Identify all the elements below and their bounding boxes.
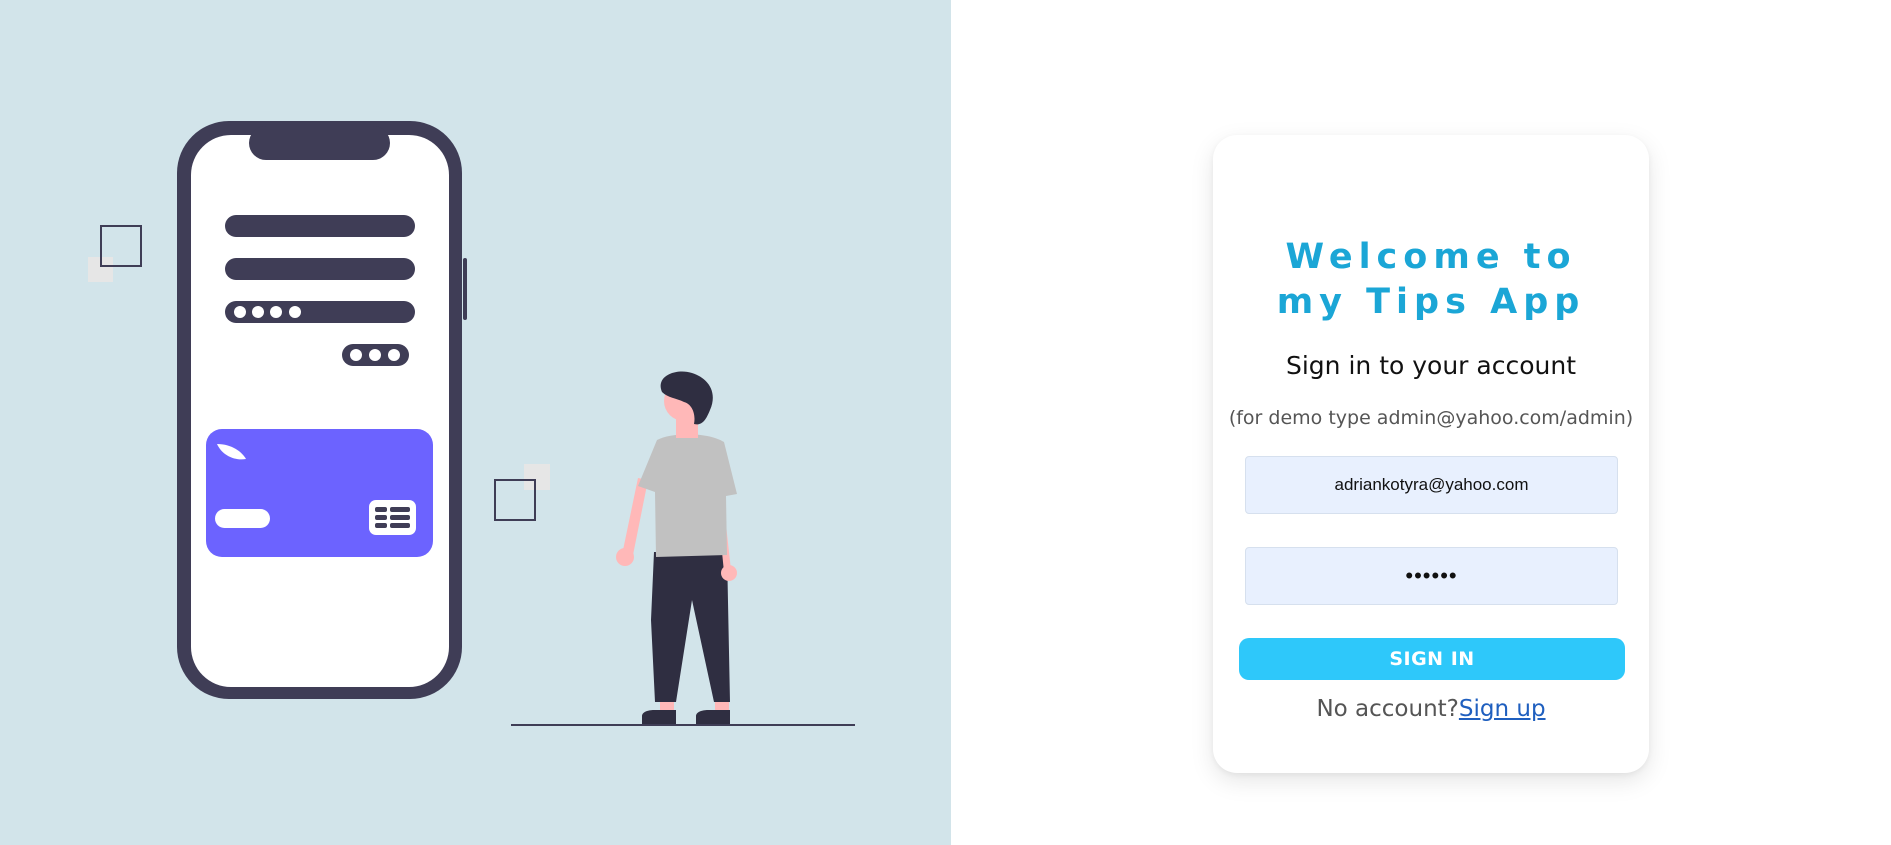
signin-panel: Welcome to my Tips App Sign in to your a… bbox=[951, 0, 1891, 845]
signin-button[interactable]: SIGN IN bbox=[1239, 638, 1625, 680]
signup-link[interactable]: Sign up bbox=[1459, 696, 1546, 722]
phone-icon bbox=[177, 121, 467, 699]
illustration-panel bbox=[0, 0, 951, 845]
email-field[interactable] bbox=[1245, 456, 1618, 514]
person-icon bbox=[616, 371, 737, 724]
welcome-line-2: my Tips App bbox=[1276, 282, 1586, 322]
no-account-text: No account? bbox=[1316, 696, 1459, 722]
password-field[interactable] bbox=[1245, 547, 1618, 605]
login-page: Welcome to my Tips App Sign in to your a… bbox=[0, 0, 1891, 845]
signin-card: Welcome to my Tips App Sign in to your a… bbox=[1213, 135, 1649, 773]
signin-subtitle: Sign in to your account bbox=[1285, 351, 1576, 380]
demo-credentials-hint: (for demo type admin@yahoo.com/admin) bbox=[1228, 407, 1634, 429]
welcome-heading: Welcome to my Tips App bbox=[1213, 235, 1649, 325]
signup-prompt: No account?Sign up bbox=[1213, 696, 1649, 722]
mobile-login-illustration bbox=[88, 121, 855, 726]
decorative-square bbox=[524, 464, 550, 490]
credit-card-icon bbox=[206, 429, 433, 557]
welcome-line-1: Welcome to bbox=[1285, 237, 1577, 277]
